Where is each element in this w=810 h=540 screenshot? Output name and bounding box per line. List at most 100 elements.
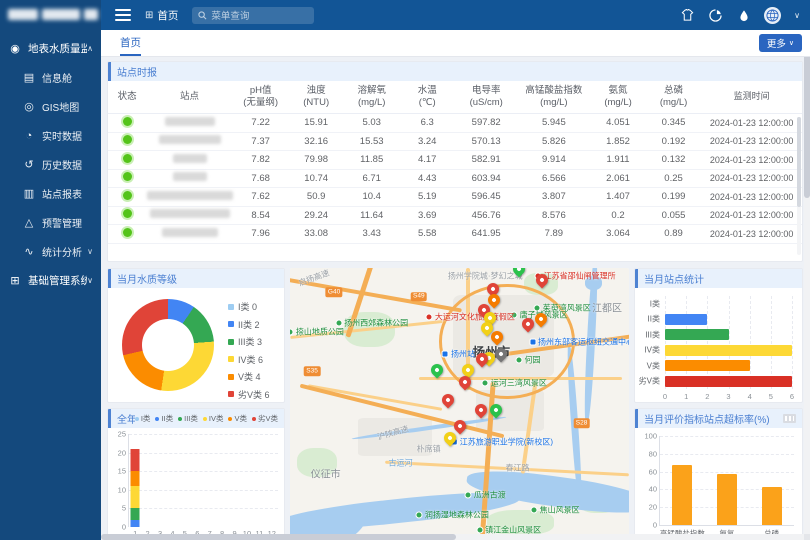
permanganate_index-cell: 8.576 (517, 210, 590, 221)
legend-item[interactable]: V类 4 (228, 370, 270, 383)
column-header: pH值(无量纲) (233, 85, 289, 109)
conductivity-cell: 603.94 (455, 173, 517, 184)
legend-item[interactable]: III类 3 (228, 335, 270, 348)
hbar-row: IV类 (665, 345, 792, 356)
conductivity-cell: 597.82 (455, 117, 517, 128)
more-button[interactable]: 更多 ∨ (759, 34, 802, 52)
sidebar-item-stats-analysis[interactable]: ∿统计分析∨ (0, 237, 101, 266)
column-label: 站点 (146, 91, 233, 103)
chevron-down-icon[interactable]: ∨ (794, 11, 800, 20)
map-label-park: 扬州西郊森林公园 (335, 317, 408, 328)
category-label: II类 (648, 314, 660, 325)
bar-segment (131, 449, 140, 471)
sidebar-item-realtime-data[interactable]: ◔实时数据 (0, 121, 101, 150)
table-row[interactable]: 7.3732.1615.533.24570.135.8261.8520.1922… (108, 133, 802, 152)
legend-swatch (252, 417, 256, 421)
sidebar-item-info-cabin[interactable]: ▤信息舱 (0, 63, 101, 92)
table-row[interactable]: 8.5429.2411.643.69456.768.5760.20.055202… (108, 207, 802, 226)
stacked-bar (180, 434, 189, 527)
hamburger-menu-icon[interactable] (115, 9, 131, 21)
sidebar-item-system-root[interactable]: ◉地表水质量监测系统∧ (0, 34, 101, 63)
poi-icon (290, 328, 294, 335)
legend-item[interactable]: V类 (228, 413, 247, 424)
y-tick-label: 80 (649, 449, 657, 458)
y-tick-label: 0 (653, 521, 657, 530)
table-row[interactable]: 7.8279.9811.854.17582.919.9141.9110.1322… (108, 151, 802, 170)
vbar (672, 465, 692, 525)
legend-item[interactable]: IV类 (203, 413, 224, 424)
map-label-text: 扬州东部客运枢纽交通中心 (538, 336, 629, 347)
theme-shirt-icon[interactable] (680, 8, 695, 23)
dashboard-icon: ▤ (22, 71, 36, 84)
legend-item[interactable]: 劣V类 6 (228, 388, 270, 401)
status-cell (108, 117, 146, 129)
legend-item[interactable]: III类 (178, 413, 198, 424)
tab-home[interactable]: 首页 (120, 30, 141, 56)
sidebar-item-base-system[interactable]: ⊞基础管理系统∨ (0, 266, 101, 295)
horizontal-scrollbar[interactable] (101, 534, 804, 540)
sidebar-item-history-data[interactable]: ↺历史数据 (0, 150, 101, 179)
map-label-scenic: 大运河文化旅游度假区 (426, 311, 515, 322)
permanganate_index-cell: 6.566 (517, 173, 590, 184)
x-tick-label: 3 (726, 392, 730, 401)
map-label-text: 扬州西郊森林公园 (344, 317, 408, 328)
status-dot-normal (123, 135, 132, 144)
nav-home-link[interactable]: ⊞ 首页 (145, 8, 178, 23)
y-tick-label: 5 (122, 504, 126, 513)
legend-item[interactable]: 劣V类 (252, 413, 278, 424)
category-label: IV类 (644, 345, 660, 356)
column-unit: (NTU) (288, 97, 344, 109)
scrollbar-corner (804, 534, 810, 540)
table-row[interactable]: 7.6810.746.714.43603.946.5662.0610.25202… (108, 170, 802, 189)
poi-icon (529, 338, 536, 345)
panel-title: 站点时报 (117, 64, 157, 79)
sidebar-item-station-report[interactable]: ▥站点报表 (0, 179, 101, 208)
sidebar-item-alarm-manage[interactable]: △预警管理 (0, 208, 101, 237)
status-dot-normal (123, 117, 132, 126)
sidebar: ◉地表水质量监测系统∧▤信息舱◎GIS地图◔实时数据↺历史数据▥站点报表△预警管… (0, 0, 101, 540)
user-avatar[interactable] (764, 7, 781, 24)
table-scrollbar[interactable] (797, 117, 801, 255)
stacked-bar (267, 434, 276, 527)
pie-icon[interactable] (708, 8, 723, 23)
legend-item[interactable]: IV类 6 (228, 353, 270, 366)
table-row[interactable]: 7.2215.915.036.3597.825.9454.0510.345202… (108, 114, 802, 133)
vertical-scrollbar[interactable] (804, 30, 810, 534)
legend-item[interactable]: I类 0 (228, 300, 270, 313)
water-drop-icon[interactable] (736, 8, 751, 23)
exceed-rate-panel: 当月评价指标站点超标率(%) 020406080100高锰酸盐指数氨氮总磷 (634, 408, 803, 540)
sidebar-item-gis-map[interactable]: ◎GIS地图 (0, 92, 101, 121)
legend-item[interactable]: II类 (155, 413, 173, 424)
column-label: 氨氮 (590, 85, 646, 97)
search-input[interactable]: 菜单查询 (192, 7, 314, 24)
legend-swatch (228, 304, 234, 310)
legend-item[interactable]: II类 2 (228, 318, 270, 331)
hbar (665, 329, 729, 340)
map-road (308, 384, 442, 411)
donut-chart (122, 299, 214, 391)
table-row[interactable]: 7.9633.083.435.58641.957.893.0640.892024… (108, 225, 802, 244)
legend-swatch (228, 356, 234, 362)
permanganate_index-cell: 5.945 (517, 117, 590, 128)
water_temp-cell: 4.17 (399, 154, 455, 165)
map-label-district: 仪征市 (311, 466, 341, 481)
ph-cell: 7.22 (233, 117, 289, 128)
gis-map[interactable]: 扬州市江都区仪征市扬州西郊森林公园捺山地质公园扬州站何园运河三湾风景区茱萸湾风景… (290, 268, 629, 540)
legend-swatch (135, 417, 139, 421)
station-cell (146, 135, 233, 147)
legend-label: V类 (234, 413, 247, 424)
water_temp-cell: 3.24 (399, 136, 455, 147)
sidebar-item-label: 历史数据 (42, 157, 101, 172)
column-unit: (℃) (399, 97, 455, 109)
table-row[interactable]: 7.6250.910.45.19596.453.8071.4070.199202… (108, 188, 802, 207)
legend-item[interactable]: I类 (135, 413, 151, 424)
poi-icon (442, 350, 449, 357)
legend-label: IV类 (209, 413, 224, 424)
map-label-water-l: 古运河 (389, 458, 413, 469)
station-cell (146, 228, 233, 240)
map-marker-red[interactable] (439, 392, 456, 409)
turbidity-cell: 29.24 (288, 210, 344, 221)
column-header: 监测时间 (701, 91, 802, 102)
ammonia_nitrogen-cell: 1.852 (590, 136, 646, 147)
panel-action-icon[interactable] (783, 414, 796, 423)
